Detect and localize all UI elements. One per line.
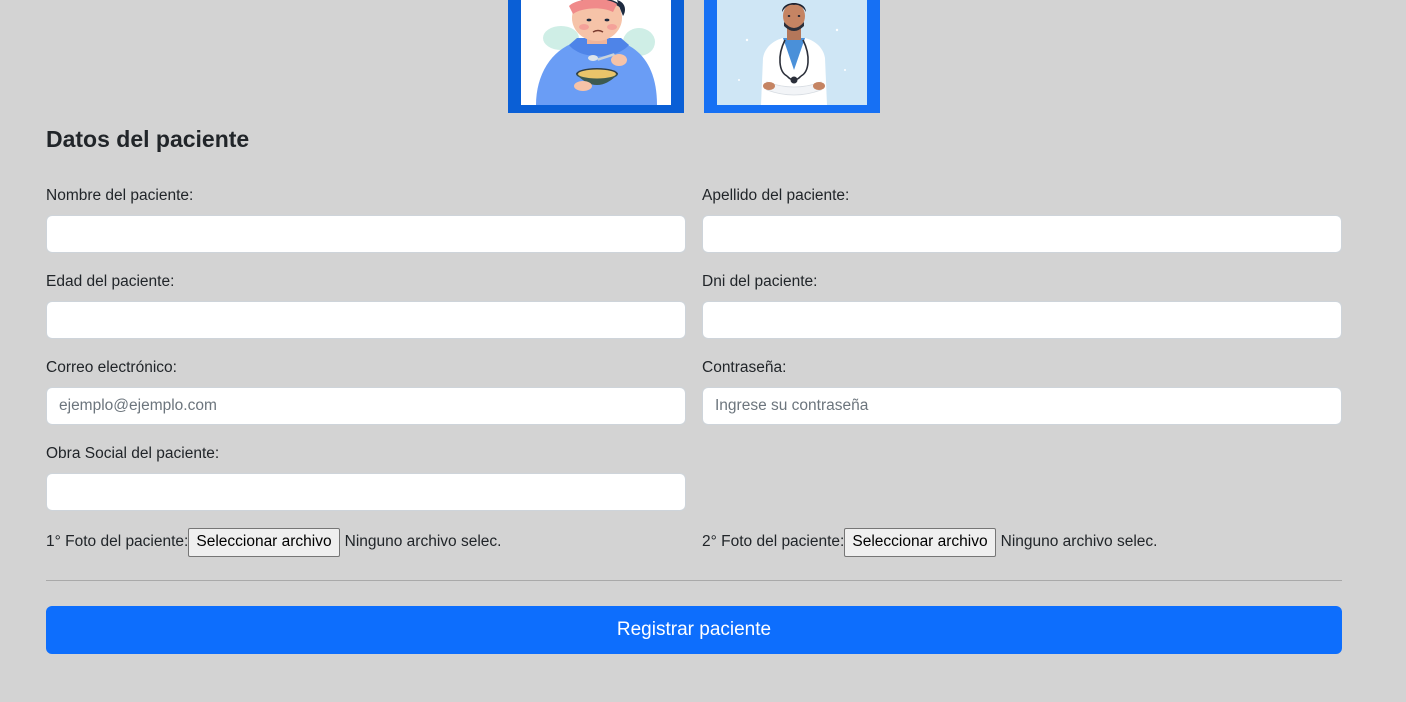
dni-label: Dni del paciente: [702, 273, 818, 290]
apellido-label: Apellido del paciente: [702, 187, 850, 204]
correo-label: Correo electrónico: [46, 359, 177, 376]
password-field[interactable] [702, 387, 1342, 425]
nombre-input[interactable] [46, 215, 686, 253]
contrasena-label: Contraseña: [702, 359, 787, 376]
patient-role-card[interactable] [508, 0, 684, 113]
foto2-choose-file-button[interactable]: Seleccionar archivo [844, 527, 996, 557]
foto1-row: 1° Foto del paciente: Seleccionar archiv… [46, 527, 501, 557]
sick-patient-icon [521, 0, 671, 105]
foto1-choose-file-button[interactable]: Seleccionar archivo [188, 527, 340, 557]
dni-input[interactable] [702, 301, 1342, 339]
doctor-role-card[interactable] [704, 0, 880, 113]
foto1-status: Ninguno archivo selec. [344, 533, 502, 550]
edad-label: Edad del paciente: [46, 273, 175, 290]
edad-input[interactable] [46, 301, 686, 339]
foto2-status: Ninguno archivo selec. [1000, 533, 1158, 550]
foto2-row: 2° Foto del paciente: Seleccionar archiv… [702, 527, 1157, 557]
apellido-input[interactable] [702, 215, 1342, 253]
nombre-label: Nombre del paciente: [46, 187, 194, 204]
registration-page: Datos del paciente Nombre del paciente: … [0, 0, 1406, 702]
obra-social-label: Obra Social del paciente: [46, 445, 220, 462]
register-patient-button[interactable]: Registrar paciente [46, 606, 1342, 654]
foto1-label: 1° Foto del paciente: [46, 533, 189, 550]
divider [46, 580, 1342, 581]
page-title: Datos del paciente [46, 126, 250, 152]
foto2-label: 2° Foto del paciente: [702, 533, 845, 550]
obra-social-input[interactable] [46, 473, 686, 511]
email-field[interactable] [46, 387, 686, 425]
doctor-icon [717, 0, 867, 105]
